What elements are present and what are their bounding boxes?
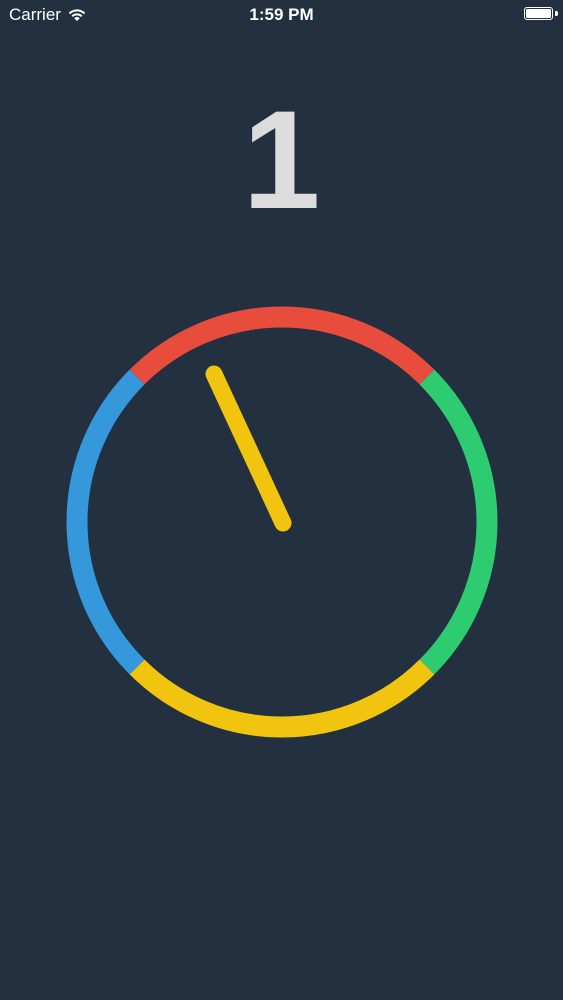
game-canvas[interactable] — [0, 0, 563, 1000]
ring-segment-blue — [66, 369, 145, 675]
ring-segment-green — [419, 369, 498, 675]
ring-segment-yellow — [129, 659, 435, 738]
ring-segment-red — [129, 306, 435, 385]
spinning-needle — [205, 365, 292, 532]
